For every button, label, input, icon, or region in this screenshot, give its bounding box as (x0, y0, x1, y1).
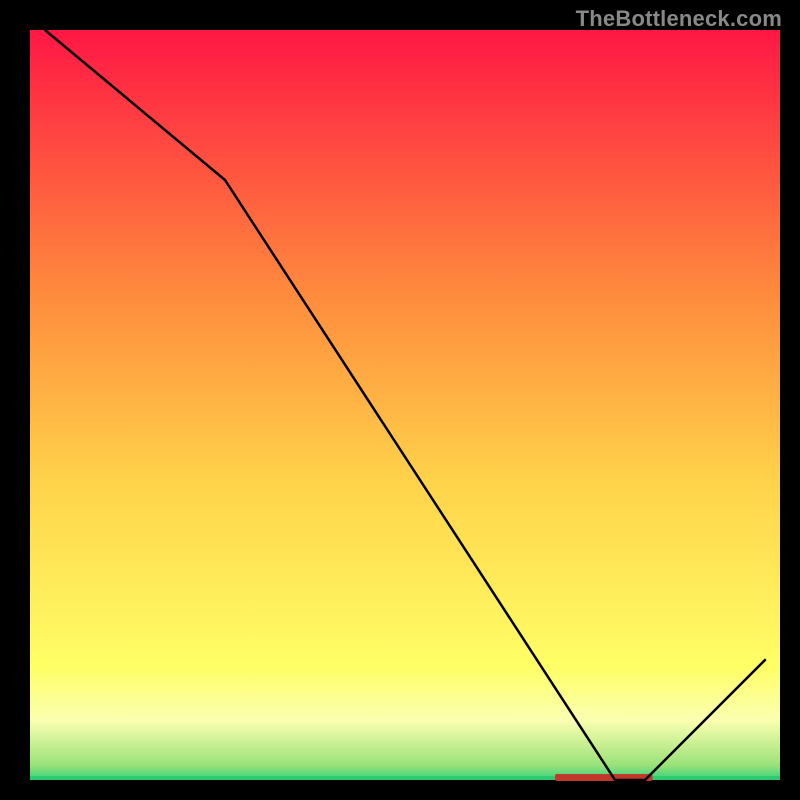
plot-background (30, 30, 780, 780)
chart-frame: TheBottleneck.com (0, 0, 800, 800)
baseline-strip (30, 776, 780, 780)
chart-svg (0, 0, 800, 800)
watermark-text: TheBottleneck.com (576, 6, 782, 32)
